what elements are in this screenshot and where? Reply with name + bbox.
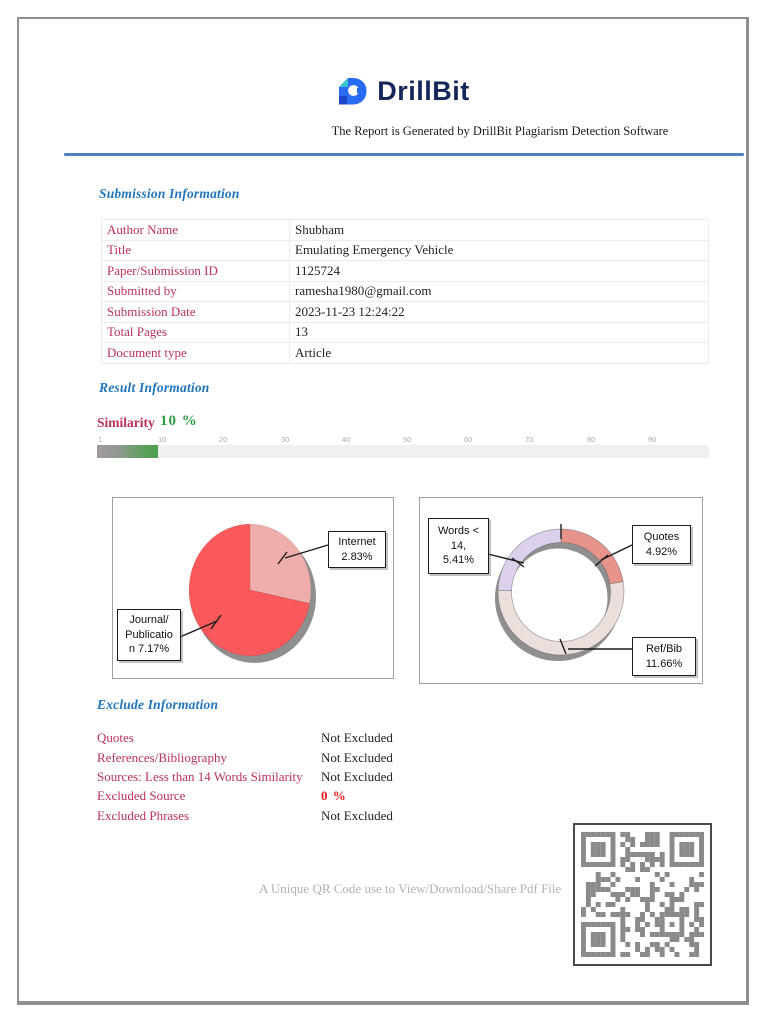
field-label: Document type <box>101 342 290 364</box>
scale-tick: 90 <box>648 435 657 444</box>
field-label: Author Name <box>101 219 290 241</box>
field-label: Total Pages <box>101 321 290 343</box>
scale-tick: 1 <box>98 435 103 444</box>
table-row: Author Name Shubham <box>101 219 709 241</box>
header-divider <box>64 153 744 156</box>
scale-tick: 60 <box>464 435 473 444</box>
chart-callout-quotes: Quotes 4.92% <box>632 525 691 564</box>
list-item: Excluded Source 0 % <box>97 788 657 804</box>
chart-callout-journal: Journal/ Publicatio n 7.17% <box>117 609 181 661</box>
field-label: Sources: Less than 14 Words Similarity <box>97 769 303 784</box>
field-label: Excluded Source <box>97 788 186 803</box>
submission-info-heading: Submission Information <box>99 186 240 201</box>
drillbit-logo: DrillBit <box>19 75 768 107</box>
scale-tick: 80 <box>587 435 596 444</box>
similarity-value: 10 % <box>160 413 198 429</box>
field-value: Article <box>289 342 709 364</box>
field-label: Paper/Submission ID <box>101 260 290 282</box>
field-value: Shubham <box>289 219 709 241</box>
scale-tick: 70 <box>525 435 534 444</box>
table-row: Paper/Submission ID 1125724 <box>101 260 709 282</box>
list-item: Sources: Less than 14 Words Similarity No… <box>97 769 657 785</box>
scale-tick: 40 <box>342 435 351 444</box>
similarity-label: Similarity <box>97 415 155 430</box>
list-item: References/Bibliography Not Excluded <box>97 750 657 766</box>
field-value: Not Excluded <box>321 750 393 765</box>
result-info-heading: Result Information <box>99 380 210 395</box>
exclude-info-heading: Exclude Information <box>97 697 219 712</box>
field-label: References/Bibliography <box>97 750 227 765</box>
qr-caption: A Unique QR Code use to View/Download/Sh… <box>259 881 562 896</box>
list-item: Quotes Not Excluded <box>97 730 657 746</box>
field-label: Title <box>101 239 290 261</box>
field-value: Not Excluded <box>321 730 393 745</box>
field-value: 13 <box>289 321 709 343</box>
qr-code <box>573 823 712 966</box>
drillbit-logo-text: DrillBit <box>377 75 470 106</box>
field-label: Excluded Phrases <box>97 808 190 823</box>
source-distribution-pie-chart: Internet 2.83% Journal/ Publicatio n 7.1… <box>112 497 394 679</box>
scale-tick: 20 <box>219 435 228 444</box>
field-value: Not Excluded <box>321 808 393 823</box>
qr-code-image <box>581 832 704 957</box>
field-value: 0 % <box>321 788 347 803</box>
table-row: Title Emulating Emergency Vehicle <box>101 239 709 261</box>
field-label: Quotes <box>97 730 134 745</box>
report-tagline: The Report is Generated by DrillBit Plag… <box>331 124 669 138</box>
table-row: Submission Date 2023-11-23 12:24:22 <box>101 301 709 323</box>
scale-tick: 30 <box>281 435 290 444</box>
similarity-bar-track <box>97 445 709 458</box>
similarity-scale: 1 10 20 30 40 50 60 70 80 90 <box>97 435 709 444</box>
table-row: Document type Article <box>101 342 709 364</box>
field-label: Submission Date <box>101 301 290 323</box>
scale-tick: 50 <box>403 435 412 444</box>
drillbit-logo-icon <box>339 78 367 105</box>
page-border: DrillBit The Report is Generated by Dril… <box>17 17 749 1005</box>
field-value: 2023-11-23 12:24:22 <box>289 301 709 323</box>
submission-table: Author Name Shubham Title Emulating Emerge… <box>101 219 709 364</box>
chart-callout-refbib: Ref/Bib 11.66% <box>632 637 696 676</box>
chart-callout-internet: Internet 2.83% <box>328 531 386 568</box>
field-value: 1125724 <box>289 260 709 282</box>
chart-callout-words: Words < 14, 5.41% <box>428 518 489 574</box>
list-item: Excluded Phrases Not Excluded <box>97 808 657 824</box>
field-label: Submitted by <box>101 280 290 302</box>
table-row: Submitted by ramesha1980@gmail.com <box>101 280 709 302</box>
exclusion-distribution-donut-chart: Words < 14, 5.41% Quotes 4.92% Ref/Bib 1… <box>419 497 703 684</box>
field-value: Not Excluded <box>321 769 393 784</box>
field-value: Emulating Emergency Vehicle <box>289 239 709 261</box>
report-page-stage: DrillBit The Report is Generated by Dril… <box>0 0 768 1024</box>
scale-tick: 10 <box>158 435 167 444</box>
field-value: ramesha1980@gmail.com <box>289 280 709 302</box>
table-row: Total Pages 13 <box>101 321 709 343</box>
similarity-bar-fill <box>97 445 159 458</box>
